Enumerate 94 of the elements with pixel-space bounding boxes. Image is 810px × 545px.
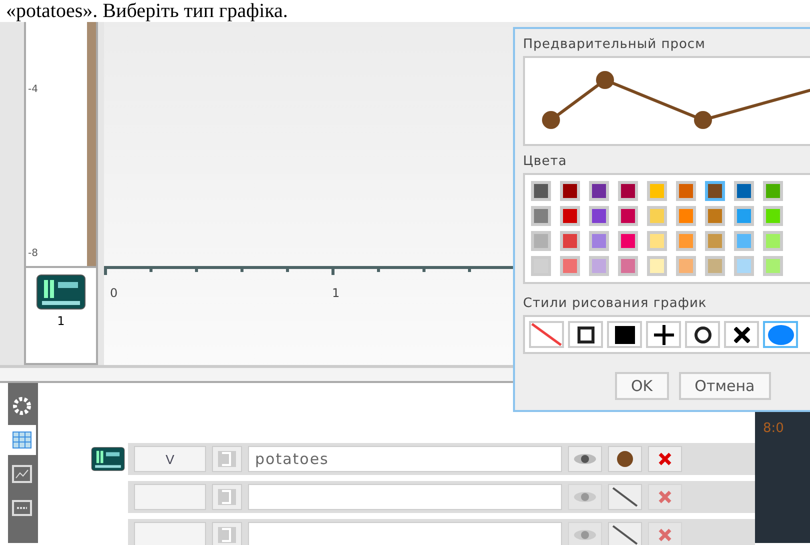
eye-icon (573, 453, 597, 465)
sensor-number: 1 (57, 314, 65, 328)
line-marker-icon (611, 486, 639, 508)
bracket-icon (218, 489, 236, 505)
color-swatch[interactable] (618, 256, 638, 276)
unit-button[interactable]: V (134, 446, 206, 472)
y-tick-label: -4 (28, 84, 38, 95)
marker-button[interactable] (608, 484, 642, 510)
name-field[interactable] (248, 522, 562, 545)
color-swatch[interactable] (589, 231, 609, 251)
sensor-icon (36, 274, 86, 310)
color-swatch[interactable] (531, 231, 551, 251)
square-icon (576, 326, 594, 344)
color-swatch[interactable] (560, 181, 580, 201)
color-swatch[interactable] (589, 206, 609, 226)
marker-button[interactable] (608, 522, 642, 545)
cross-icon (734, 326, 750, 342)
color-swatch[interactable] (560, 256, 580, 276)
color-swatch[interactable] (647, 181, 667, 201)
bracket-button[interactable] (212, 484, 242, 510)
color-swatch[interactable] (676, 206, 696, 226)
bracket-button[interactable] (212, 522, 242, 545)
cancel-button[interactable]: Отмена (678, 372, 771, 400)
bracket-icon (218, 527, 236, 543)
name-field[interactable] (248, 484, 562, 510)
color-swatch[interactable] (763, 181, 783, 201)
line-marker-icon (611, 524, 639, 545)
eye-icon (573, 529, 597, 541)
color-swatch[interactable] (734, 181, 754, 201)
marker-button[interactable] (608, 446, 642, 472)
delete-button[interactable] (648, 484, 682, 510)
color-swatch[interactable] (676, 256, 696, 276)
ok-button[interactable]: OK (615, 372, 669, 400)
x-tick-label: 0 (110, 286, 118, 300)
eye-icon (573, 491, 597, 503)
y-tick-label: -8 (28, 248, 38, 259)
color-swatch[interactable] (705, 231, 725, 251)
color-swatch[interactable] (531, 206, 551, 226)
dot-marker-icon (616, 450, 634, 468)
x-tick-label: 1 (332, 286, 340, 300)
unit-button[interactable] (134, 484, 206, 510)
style-button[interactable] (607, 321, 642, 348)
table-icon (11, 429, 33, 451)
color-swatch[interactable] (705, 206, 725, 226)
graph-icon (11, 463, 33, 485)
color-swatch[interactable] (676, 231, 696, 251)
color-swatch[interactable] (589, 181, 609, 201)
color-swatch[interactable] (763, 206, 783, 226)
close-icon (658, 452, 672, 466)
color-swatch[interactable] (734, 231, 754, 251)
color-swatch[interactable] (531, 181, 551, 201)
toolbar-button[interactable] (8, 425, 36, 455)
circle-icon (694, 326, 712, 344)
style-button[interactable] (724, 321, 759, 348)
meter-icon (11, 497, 33, 519)
close-icon (658, 490, 672, 504)
delete-button[interactable] (648, 522, 682, 545)
color-swatch[interactable] (705, 256, 725, 276)
color-swatch[interactable] (589, 256, 609, 276)
bracket-icon (218, 451, 236, 467)
gear-icon (11, 395, 33, 417)
color-swatch[interactable] (531, 256, 551, 276)
style-button[interactable] (685, 321, 720, 348)
color-swatch[interactable] (647, 256, 667, 276)
color-swatch[interactable] (676, 181, 696, 201)
color-swatch[interactable] (560, 231, 580, 251)
dot-icon (768, 324, 794, 344)
visibility-button[interactable] (568, 446, 602, 472)
meter-reading: 8:0 (762, 421, 784, 436)
plus-icon (654, 324, 674, 344)
filled-square-icon (614, 326, 634, 344)
style-button[interactable] (568, 321, 603, 348)
color-swatch[interactable] (618, 206, 638, 226)
line-style-icon (531, 323, 562, 346)
delete-button[interactable] (648, 446, 682, 472)
color-swatch[interactable] (763, 231, 783, 251)
color-swatch[interactable] (734, 206, 754, 226)
name-field[interactable]: potatoes (248, 446, 562, 472)
color-swatch[interactable] (618, 231, 638, 251)
color-swatch[interactable] (618, 181, 638, 201)
color-swatch[interactable] (705, 181, 725, 201)
preview-title: Предварительный просм (523, 37, 706, 52)
color-swatch[interactable] (647, 231, 667, 251)
colors-title: Цвета (523, 154, 568, 169)
color-swatch[interactable] (734, 256, 754, 276)
close-icon (658, 528, 672, 542)
color-swatch[interactable] (647, 206, 667, 226)
color-swatch[interactable] (560, 206, 580, 226)
caption-text: «potatoes». Виберіть тип графіка. (5, 0, 289, 22)
color-swatch[interactable] (763, 256, 783, 276)
styles-title: Стили рисования график (523, 296, 708, 311)
unit-button[interactable] (134, 522, 206, 545)
bracket-button[interactable] (212, 446, 242, 472)
style-button[interactable] (646, 321, 681, 348)
